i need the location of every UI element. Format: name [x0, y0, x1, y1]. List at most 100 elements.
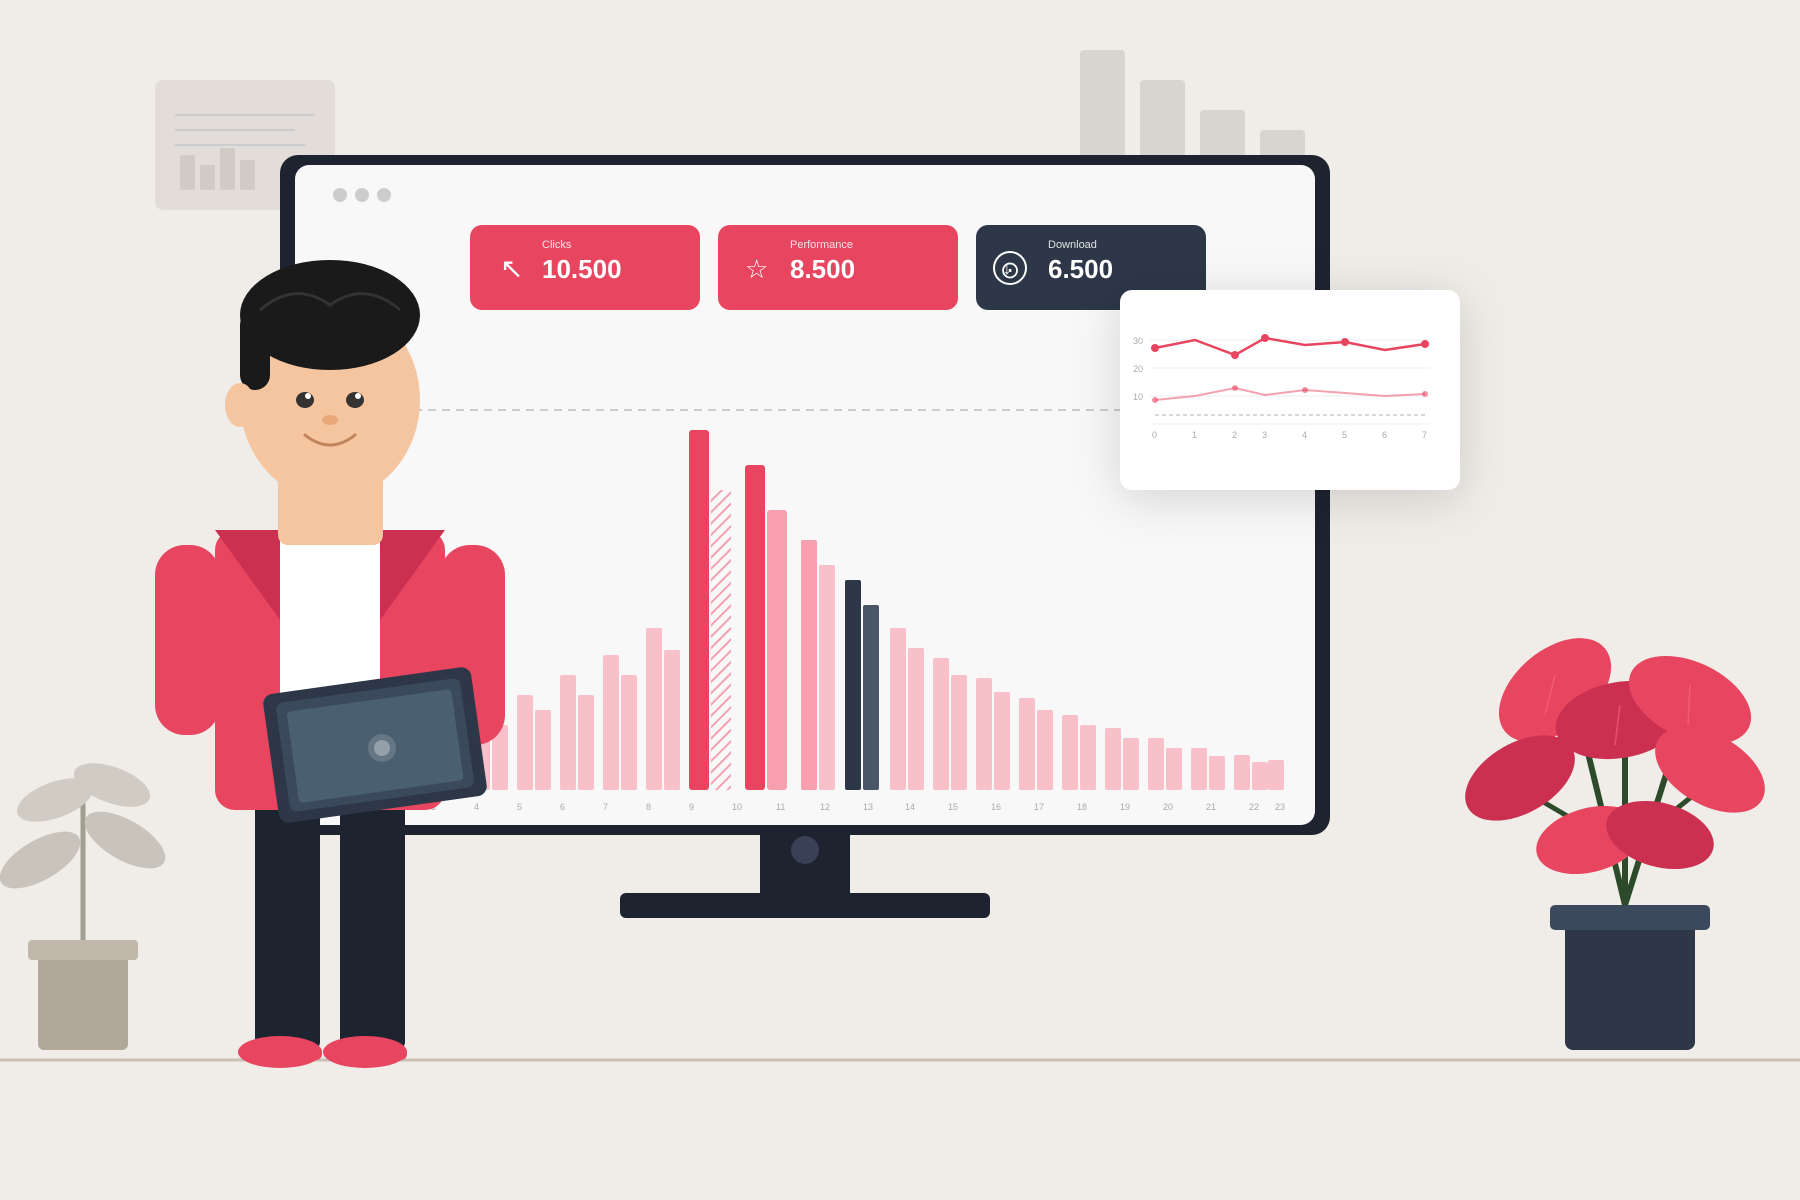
- laptop-screen: [275, 678, 474, 813]
- plant-right-leaf-5: [1641, 710, 1780, 831]
- laptop-power-dot: [374, 740, 390, 756]
- bar-2a: [388, 738, 404, 790]
- svg-text:3: 3: [431, 802, 436, 812]
- svg-text:3: 3: [1262, 430, 1267, 440]
- bar-20b: [1209, 756, 1225, 790]
- plant-right-leaf-7: [1599, 790, 1722, 880]
- plant-right-stem-3: [1625, 730, 1680, 905]
- svg-text:13: 13: [863, 802, 873, 812]
- bar-16b: [1037, 710, 1053, 790]
- laptop-body: [262, 666, 488, 824]
- svg-text:18: 18: [1077, 802, 1087, 812]
- bar-1a: [345, 748, 361, 790]
- person-right-leg: [340, 790, 405, 1050]
- bar-6b: [578, 695, 594, 790]
- person-right-eye: [346, 392, 364, 408]
- svg-text:8: 8: [646, 802, 651, 812]
- plant-right-leaf-2: [1549, 671, 1690, 768]
- plant-left-pot: [38, 950, 128, 1050]
- bar-13b: [908, 648, 924, 790]
- plant-left-leaf-1: [0, 820, 89, 900]
- svg-text:7: 7: [1422, 430, 1427, 440]
- bar-9a: [689, 430, 709, 790]
- plant-right-leaf-3: [1615, 638, 1765, 762]
- bar-10a: [745, 465, 765, 790]
- performance-label: Performance: [790, 239, 853, 251]
- bar-17a: [1062, 715, 1078, 790]
- svg-text:11: 11: [776, 802, 785, 812]
- svg-text:2: 2: [1232, 430, 1237, 440]
- bg-bar-4: [1260, 130, 1305, 170]
- person-right-shoe: [323, 1036, 407, 1068]
- svg-text:4: 4: [1302, 430, 1307, 440]
- monitor-power-button: [791, 836, 819, 864]
- plant-left-pot-rim: [28, 940, 138, 960]
- monitor-base: [620, 893, 990, 918]
- bar-12b: [863, 605, 879, 790]
- bg-document: [155, 80, 335, 210]
- svg-text:9: 9: [689, 802, 694, 812]
- person-hair-left: [240, 310, 270, 390]
- svg-text:16: 16: [991, 802, 1001, 812]
- svg-text:0: 0: [1152, 430, 1157, 440]
- plant-left-leaf-4: [68, 754, 155, 815]
- svg-text:21: 21: [1206, 802, 1216, 812]
- bar-18a: [1105, 728, 1121, 790]
- svg-text:12: 12: [820, 802, 830, 812]
- svg-text:20: 20: [1163, 802, 1173, 812]
- bar-16a: [1019, 698, 1035, 790]
- monitor-neck: [760, 835, 850, 895]
- svg-text:6: 6: [560, 802, 565, 812]
- mini-chart-card: [1120, 290, 1460, 490]
- bar-15b: [994, 692, 1010, 790]
- monitor-screen: [295, 165, 1315, 825]
- bar-1b: [363, 758, 379, 790]
- svg-text:↓: ↓: [1003, 261, 1011, 278]
- person-left-eye: [296, 392, 314, 408]
- bar-21a: [1234, 755, 1250, 790]
- plant-right-leaf-4: [1451, 718, 1590, 839]
- clicks-label: Clicks: [542, 239, 572, 251]
- y-axis-label: 10.000: [330, 389, 367, 403]
- monitor-bezel: [280, 155, 1330, 835]
- download-card[interactable]: [976, 225, 1206, 310]
- svg-text:10: 10: [732, 802, 742, 812]
- clicks-card[interactable]: [470, 225, 700, 310]
- bar-14b: [951, 675, 967, 790]
- svg-text:19: 19: [1120, 802, 1130, 812]
- svg-text:17: 17: [1034, 802, 1044, 812]
- bar-10b: [767, 510, 787, 790]
- person-right-arm: [440, 545, 505, 745]
- person-left-lapel: [215, 530, 280, 620]
- star-icon: ☆: [745, 254, 768, 284]
- mini-chart-line-upper: [1155, 338, 1425, 355]
- svg-text:30: 30: [1133, 336, 1143, 346]
- screen-dot-2: [355, 188, 369, 202]
- bar-18b: [1123, 738, 1139, 790]
- bar-7a: [603, 655, 619, 790]
- bg-bar-3: [1200, 110, 1245, 170]
- download-label: Download: [1048, 239, 1097, 251]
- mini-chart-line-lower: [1155, 388, 1425, 400]
- chart-title: Today: [330, 340, 394, 365]
- bar-8b: [664, 650, 680, 790]
- plant-right-leaf-1: [1479, 618, 1630, 763]
- bar-2b: [406, 748, 422, 790]
- bar-3b: [449, 735, 465, 790]
- svg-text:14: 14: [905, 802, 915, 812]
- svg-text:1: 1: [345, 802, 350, 812]
- bar-7b: [621, 675, 637, 790]
- performance-card[interactable]: [718, 225, 958, 310]
- bar-3a: [431, 720, 447, 790]
- svg-text:5: 5: [1342, 430, 1347, 440]
- laptop-logo: [368, 734, 396, 762]
- screen-dot-1: [333, 188, 347, 202]
- screen-dot-3: [377, 188, 391, 202]
- plant-left-leaf-2: [76, 800, 174, 880]
- svg-text:7: 7: [603, 802, 608, 812]
- bar-17b: [1080, 725, 1096, 790]
- bar-5b: [535, 710, 551, 790]
- svg-text:20: 20: [1133, 364, 1143, 374]
- bar-11a: [801, 540, 817, 790]
- download-icon: ⊙: [1000, 257, 1020, 284]
